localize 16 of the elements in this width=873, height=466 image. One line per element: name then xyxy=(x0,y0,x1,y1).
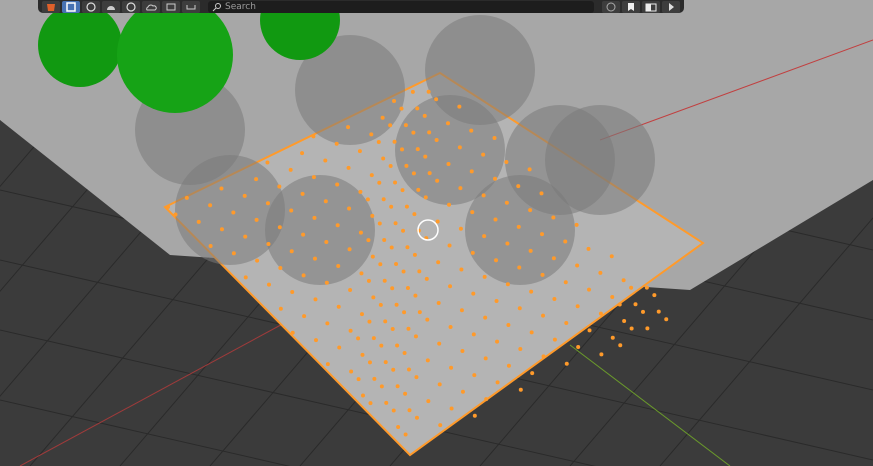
bookmark-button[interactable] xyxy=(622,0,640,12)
cloud-button[interactable] xyxy=(142,0,160,12)
logo-icon xyxy=(45,2,57,12)
overlay-button[interactable] xyxy=(102,0,120,12)
select-button[interactable] xyxy=(62,0,80,12)
search-icon xyxy=(212,2,222,12)
sphere-button[interactable] xyxy=(122,0,140,12)
select-icon xyxy=(65,2,77,12)
play-button[interactable] xyxy=(662,0,680,12)
search-field[interactable]: Search xyxy=(208,0,594,12)
cloud-icon xyxy=(145,2,157,12)
bookmark-icon xyxy=(625,2,637,12)
sphere-icon xyxy=(125,2,137,12)
split-icon xyxy=(645,2,657,12)
split-button[interactable] xyxy=(642,0,660,12)
logo-button[interactable] xyxy=(42,0,60,12)
